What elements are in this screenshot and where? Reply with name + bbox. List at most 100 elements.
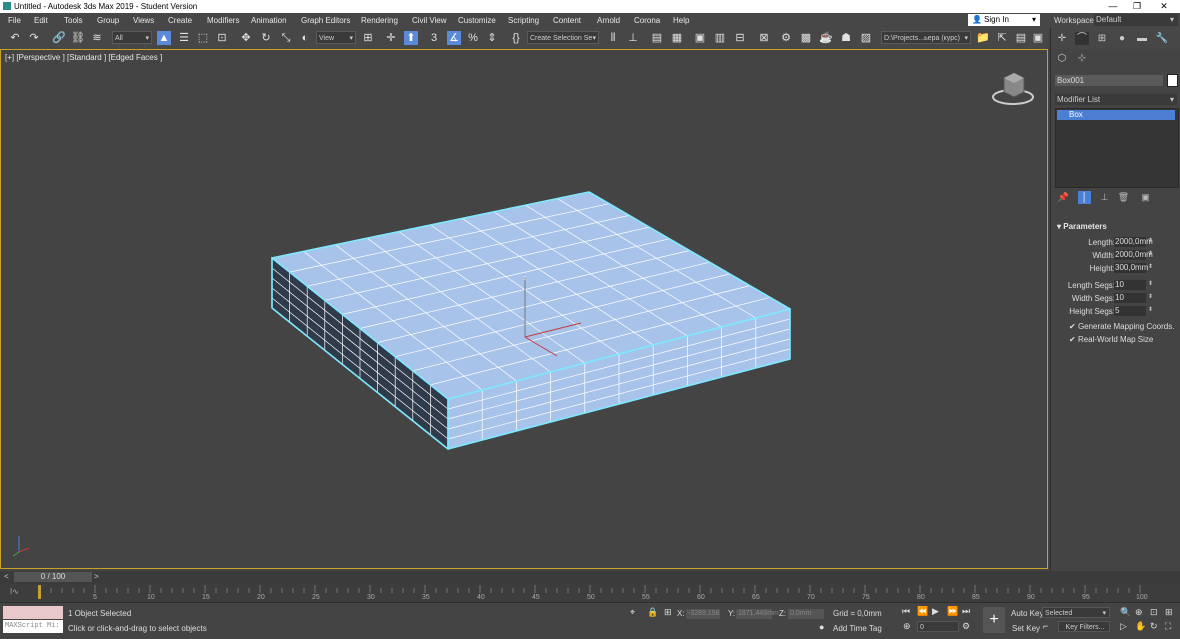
menu-content[interactable]: Content	[553, 16, 581, 25]
zoom-icon[interactable]: 🔍	[1120, 607, 1131, 618]
field-of-view-icon[interactable]: ▷	[1120, 621, 1127, 632]
auto-key-button[interactable]: Auto Key	[1011, 609, 1043, 618]
scale-icon[interactable]: ⤡	[279, 31, 293, 45]
menu-group[interactable]: Group	[97, 16, 119, 25]
set-key-big-button[interactable]: +	[983, 607, 1005, 633]
maxscript-mini-listener[interactable]: MAXScript Mi:	[3, 620, 63, 633]
ribbon-toggle-icon[interactable]: ▣	[693, 31, 707, 45]
select-object-icon[interactable]: ▲	[157, 31, 171, 45]
orbit-icon[interactable]: ↻	[1150, 621, 1158, 632]
sign-in-button[interactable]: 👤 Sign In ▾	[968, 14, 1040, 26]
menu-civil-view[interactable]: Civil View	[412, 16, 447, 25]
menu-create[interactable]: Create	[168, 16, 192, 25]
reference-coord-dropdown[interactable]: View ▾	[316, 31, 356, 44]
y-coordinate-field[interactable]: 1871,449mm	[736, 609, 779, 619]
object-color-swatch[interactable]	[1167, 74, 1178, 87]
go-to-start-icon[interactable]: ⏮	[902, 606, 910, 617]
spinner-icon[interactable]: ⬍	[1148, 250, 1153, 257]
isolate-selection-icon[interactable]: ⌖	[630, 607, 635, 618]
toolbar-more-icon[interactable]: ▣	[1031, 31, 1045, 45]
generate-mapping-checkbox[interactable]: ✔ Generate Mapping Coords.	[1069, 322, 1174, 331]
align-icon[interactable]: ⊥	[626, 31, 640, 45]
track-bar[interactable]: I∿ 5 10 15 20 25 30 35 40 45 50 55 60 65…	[0, 584, 1180, 602]
show-end-result-icon[interactable]: │	[1078, 191, 1091, 204]
undo-icon[interactable]: ↶	[8, 31, 22, 45]
real-world-map-size-checkbox[interactable]: ✔ Real-World Map Size	[1069, 335, 1153, 344]
render-setup-icon[interactable]: ⚙	[779, 31, 793, 45]
previous-frame-icon[interactable]: ⏪	[917, 606, 928, 617]
layer-explorer-icon[interactable]: ▦	[670, 31, 684, 45]
param-length-segs-input[interactable]: 10	[1114, 280, 1146, 290]
menu-animation[interactable]: Animation	[251, 16, 287, 25]
menu-arnold[interactable]: Arnold	[597, 16, 620, 25]
menu-rendering[interactable]: Rendering	[361, 16, 398, 25]
keyboard-shortcut-override-icon[interactable]: ⬆	[404, 31, 418, 45]
box-object[interactable]	[270, 191, 792, 451]
menu-edit[interactable]: Edit	[34, 16, 48, 25]
scene-explorer-icon[interactable]: ▤	[650, 31, 664, 45]
material-editor-icon[interactable]: ⊠	[757, 31, 771, 45]
project-path-dropdown[interactable]: D:\Projects...ьера (курс) ▾	[881, 31, 971, 44]
selection-filter-dropdown[interactable]: All ▾	[112, 31, 152, 44]
view-cube[interactable]	[992, 72, 1034, 105]
menu-corona[interactable]: Corona	[634, 16, 660, 25]
project-folder-icon[interactable]: 📁	[976, 31, 990, 45]
time-next-button[interactable]: >	[94, 572, 99, 581]
shapes-icon[interactable]: ⊹	[1075, 52, 1089, 65]
key-mode-dropdown[interactable]: Selected ▾	[1042, 607, 1110, 618]
object-name-field[interactable]: Box001	[1055, 75, 1163, 86]
go-to-end-icon[interactable]: ⏭	[962, 606, 970, 617]
time-configuration-icon[interactable]: ⚙	[962, 621, 970, 632]
pan-view-icon[interactable]: ✋	[1135, 621, 1146, 632]
param-height-input[interactable]: 300,0mm	[1114, 263, 1148, 273]
add-time-tag[interactable]: Add Time Tag	[833, 624, 882, 633]
absolute-mode-icon[interactable]: ⊞	[664, 607, 672, 618]
hierarchy-tab-icon[interactable]: ⊞	[1095, 32, 1109, 45]
key-mode-icon[interactable]: ⊕	[903, 621, 911, 632]
restore-button[interactable]: ❐	[1126, 1, 1148, 12]
zoom-extents-icon[interactable]: ⊡	[1150, 607, 1158, 618]
utilities-tab-icon[interactable]: 🔧	[1155, 32, 1169, 45]
next-frame-icon[interactable]: ⏩	[947, 606, 958, 617]
menu-modifiers[interactable]: Modifiers	[207, 16, 239, 25]
modifier-list-dropdown[interactable]: Modifier List ▾	[1055, 94, 1177, 105]
stack-item-box[interactable]: Box	[1057, 110, 1175, 120]
window-crossing-icon[interactable]: ⊡	[215, 31, 229, 45]
spinner-icon[interactable]: ⬍	[1148, 293, 1153, 300]
angle-snap-icon[interactable]: ∡	[447, 31, 461, 45]
bind-space-warp-icon[interactable]: ≋	[90, 31, 104, 45]
make-unique-icon[interactable]: ⊥	[1098, 191, 1111, 204]
menu-customize[interactable]: Customize	[458, 16, 496, 25]
set-key-button[interactable]: Set Key	[1012, 624, 1040, 633]
maximize-viewport-icon[interactable]: ⛶	[1165, 621, 1171, 632]
param-height-segs-input[interactable]: 5	[1114, 306, 1146, 316]
placement-icon[interactable]: ◐	[298, 31, 312, 45]
spinner-icon[interactable]: ⬍	[1148, 237, 1153, 244]
rectangular-selection-icon[interactable]: ⬚	[196, 31, 210, 45]
curve-editor-icon[interactable]: ▥	[713, 31, 727, 45]
spinner-icon[interactable]: ⬍	[1148, 280, 1153, 287]
param-width-segs-input[interactable]: 10	[1114, 293, 1146, 303]
open-explorer-icon[interactable]: ⇱	[995, 31, 1009, 45]
spinner-snap-icon[interactable]: ⇕	[485, 31, 499, 45]
modify-tab-icon[interactable]: ⌒	[1075, 32, 1089, 45]
pin-stack-icon[interactable]: 📌	[1057, 191, 1070, 204]
select-by-name-icon[interactable]: ☰	[177, 31, 191, 45]
time-slider-thumb[interactable]: 0 / 100	[14, 572, 92, 582]
zoom-all-icon[interactable]: ⊕	[1135, 607, 1143, 618]
close-button[interactable]: ✕	[1153, 1, 1175, 12]
menu-scripting[interactable]: Scripting	[508, 16, 539, 25]
menu-help[interactable]: Help	[673, 16, 689, 25]
menu-file[interactable]: File	[8, 16, 21, 25]
schematic-view-icon[interactable]: ⊟	[733, 31, 747, 45]
x-coordinate-field[interactable]: -3289,198	[686, 609, 720, 619]
remove-modifier-icon[interactable]: 🗑	[1117, 191, 1130, 204]
modeling-tools-icon[interactable]: ▤	[1014, 31, 1028, 45]
time-slider[interactable]: < 0 / 100 >	[0, 571, 1180, 584]
snaps-toggle-icon[interactable]: 3	[427, 31, 441, 45]
motion-tab-icon[interactable]: ●	[1115, 32, 1129, 45]
configure-modifier-sets-icon[interactable]: ▣	[1139, 191, 1152, 204]
pivot-center-icon[interactable]: ⊞	[361, 31, 375, 45]
current-frame-field[interactable]: 0	[917, 621, 959, 632]
menu-graph-editors[interactable]: Graph Editors	[301, 16, 350, 25]
